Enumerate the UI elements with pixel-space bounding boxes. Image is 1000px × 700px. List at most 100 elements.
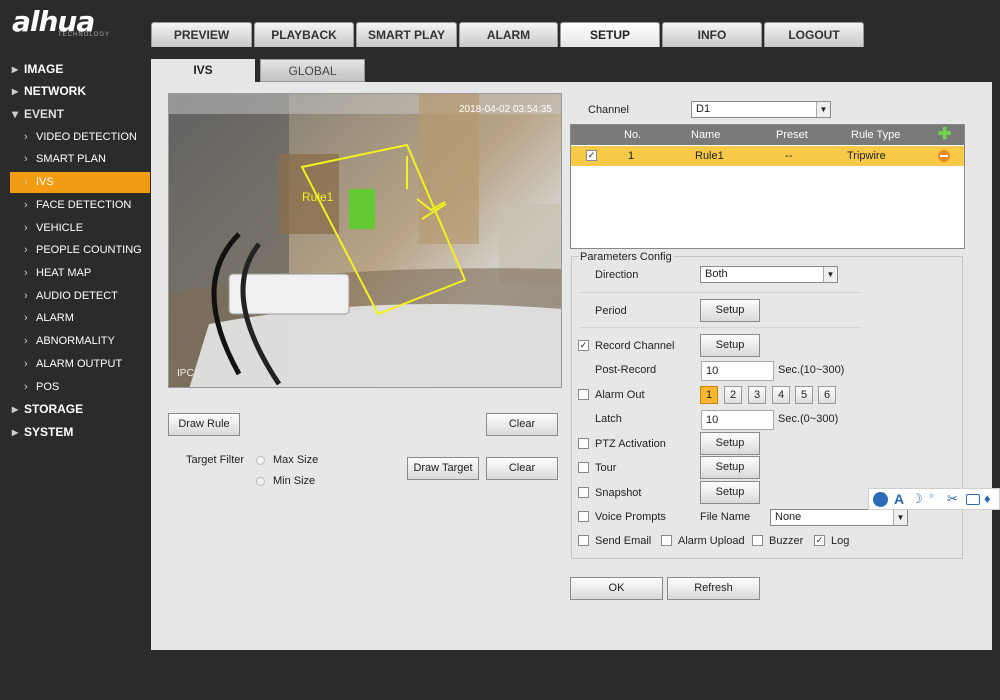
refresh-button[interactable]: Refresh xyxy=(667,577,760,600)
nav-tab-smart-play[interactable]: SMART PLAY xyxy=(356,22,457,47)
sidebar-item-storage[interactable]: ▸ STORAGE xyxy=(0,399,150,420)
period-setup-button[interactable]: Setup xyxy=(700,299,760,322)
sidebar-item-audio-detect[interactable]: › AUDIO DETECT xyxy=(0,286,150,307)
divider xyxy=(579,292,862,293)
snapshot-checkbox[interactable] xyxy=(578,487,589,498)
skin-icon[interactable]: ♦ xyxy=(984,491,991,506)
record-setup-button[interactable]: Setup xyxy=(700,334,760,357)
nav-tab-playback[interactable]: PLAYBACK xyxy=(254,22,354,47)
buzzer-label: Buzzer xyxy=(769,535,804,547)
alarm-out-1[interactable]: 1 xyxy=(700,386,718,404)
row-name: Rule1 xyxy=(695,150,724,162)
nav-tab-alarm[interactable]: ALARM xyxy=(459,22,558,47)
file-name-select[interactable]: None ▼ xyxy=(770,509,908,526)
sidebar-item-system[interactable]: ▸ SYSTEM xyxy=(0,422,150,443)
alarm-upload-label: Alarm Upload xyxy=(678,535,745,547)
nav-tab-info[interactable]: INFO xyxy=(662,22,762,47)
chevron-right-icon: ▸ xyxy=(12,425,19,439)
post-record-input[interactable]: 10 xyxy=(701,361,774,381)
sidebar-item-label: ABNORMALITY xyxy=(36,335,115,347)
camera-label: IPC xyxy=(177,368,194,379)
keyboard-icon[interactable] xyxy=(966,494,980,505)
log-checkbox[interactable]: ✓ xyxy=(814,535,825,546)
tab-global[interactable]: GLOBAL xyxy=(260,59,365,82)
alarm-out-5[interactable]: 5 xyxy=(795,386,813,404)
moon-icon[interactable]: ☽ xyxy=(911,491,923,507)
sidebar-item-label: EVENT xyxy=(24,107,65,121)
delete-rule-icon[interactable] xyxy=(938,150,950,162)
alarm-out-3[interactable]: 3 xyxy=(748,386,766,404)
sidebar-item-alarm[interactable]: › ALARM xyxy=(0,308,150,329)
sidebar-item-face-detection[interactable]: › FACE DETECTION xyxy=(0,195,150,216)
chevron-down-icon: ▼ xyxy=(823,267,837,282)
sidebar-item-alarm-output[interactable]: › ALARM OUTPUT xyxy=(0,354,150,375)
direction-select[interactable]: Both ▼ xyxy=(700,266,838,283)
chevron-right-icon: › xyxy=(24,267,28,279)
min-size-label: Min Size xyxy=(273,475,316,487)
sidebar-item-network[interactable]: ▸ NETWORK xyxy=(0,81,150,102)
post-record-unit: Sec.(10~300) xyxy=(778,364,845,376)
sidebar-item-people-counting[interactable]: › PEOPLE COUNTING xyxy=(0,240,150,261)
channel-label: Channel xyxy=(588,104,629,116)
channel-select[interactable]: D1 ▼ xyxy=(691,101,831,118)
alarm-out-2[interactable]: 2 xyxy=(724,386,742,404)
sidebar-item-pos[interactable]: › POS xyxy=(0,377,150,398)
video-preview[interactable]: 2018-04-02 03:54:35 IPC Rule1 xyxy=(168,93,562,388)
draw-target-button[interactable]: Draw Target xyxy=(407,457,479,480)
tour-setup-button[interactable]: Setup xyxy=(700,456,760,479)
clear-rule-button[interactable]: Clear xyxy=(486,413,558,436)
sidebar-item-video-detection[interactable]: › VIDEO DETECTION xyxy=(0,127,150,148)
draw-rule-button[interactable]: Draw Rule xyxy=(168,413,240,436)
ptz-checkbox[interactable] xyxy=(578,438,589,449)
nav-tab-preview[interactable]: PREVIEW xyxy=(151,22,252,47)
tab-ivs[interactable]: IVS xyxy=(151,59,255,82)
alarm-out-6[interactable]: 6 xyxy=(818,386,836,404)
sidebar-item-label: SYSTEM xyxy=(24,425,74,439)
sidebar-item-label: IMAGE xyxy=(24,62,64,76)
min-size-radio[interactable] xyxy=(256,477,265,486)
period-label: Period xyxy=(595,305,627,317)
punctuation-icon[interactable]: ° xyxy=(929,491,934,506)
sidebar-item-ivs[interactable]: › IVS xyxy=(10,172,150,193)
clear-target-button[interactable]: Clear xyxy=(486,457,558,480)
sidebar-item-label: IVS xyxy=(36,176,54,188)
alarm-upload-checkbox[interactable] xyxy=(661,535,672,546)
snapshot-setup-button[interactable]: Setup xyxy=(700,481,760,504)
sidebar-item-smart-plan[interactable]: › SMART PLAN xyxy=(0,149,150,170)
ok-button[interactable]: OK xyxy=(570,577,663,600)
sidebar-item-vehicle[interactable]: › VEHICLE xyxy=(0,218,150,239)
ime-logo-icon[interactable] xyxy=(873,492,888,507)
ptz-setup-button[interactable]: Setup xyxy=(700,432,760,455)
sidebar-item-label: STORAGE xyxy=(24,402,84,416)
alarm-out-checkbox[interactable] xyxy=(578,389,589,400)
sidebar-item-image[interactable]: ▸ IMAGE xyxy=(0,59,150,80)
sidebar-item-abnormality[interactable]: › ABNORMALITY xyxy=(0,331,150,352)
latch-input[interactable]: 10 xyxy=(701,410,774,430)
chevron-right-icon: ▸ xyxy=(12,402,19,416)
sidebar-item-label: HEAT MAP xyxy=(36,267,92,279)
chevron-right-icon: › xyxy=(24,381,28,393)
add-rule-icon[interactable]: ✚ xyxy=(938,127,951,143)
ime-toolbar[interactable]: A ☽ ° ✂ ♦ xyxy=(868,488,1000,510)
chevron-right-icon: › xyxy=(24,335,28,347)
voice-prompts-checkbox[interactable] xyxy=(578,511,589,522)
tour-checkbox[interactable] xyxy=(578,462,589,473)
sidebar-item-heat-map[interactable]: › HEAT MAP xyxy=(0,263,150,284)
row-checkbox[interactable]: ✓ xyxy=(586,150,597,161)
post-record-label: Post-Record xyxy=(595,364,657,376)
send-email-checkbox[interactable] xyxy=(578,535,589,546)
ime-language-icon[interactable]: A xyxy=(894,491,904,507)
alarm-out-label: Alarm Out xyxy=(595,389,645,401)
record-channel-checkbox[interactable]: ✓ xyxy=(578,340,589,351)
max-size-radio[interactable] xyxy=(256,456,265,465)
scissors-icon[interactable]: ✂ xyxy=(947,491,958,507)
chevron-down-icon: ▼ xyxy=(816,102,830,117)
nav-tab-setup[interactable]: SETUP xyxy=(560,22,660,47)
brand-sub: TECHNOLOGY xyxy=(58,32,111,38)
buzzer-checkbox[interactable] xyxy=(752,535,763,546)
chevron-right-icon: › xyxy=(24,358,28,370)
sidebar-item-event[interactable]: ▾ EVENT xyxy=(0,104,150,125)
nav-tab-logout[interactable]: LOGOUT xyxy=(764,22,864,47)
rule-label: Rule1 xyxy=(302,190,334,204)
alarm-out-4[interactable]: 4 xyxy=(772,386,790,404)
